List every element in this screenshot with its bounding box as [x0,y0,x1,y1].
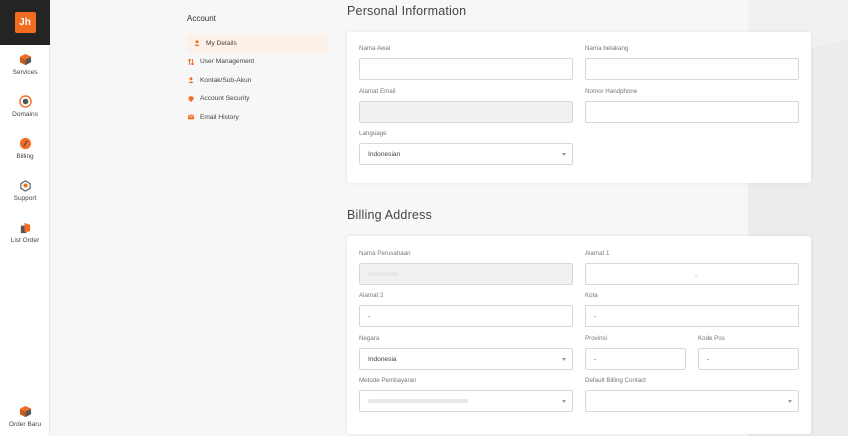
redacted-text [368,399,468,403]
company-field [359,263,573,285]
chevron-down-icon [562,153,566,156]
billing-address-title: Billing Address [347,208,432,222]
billing-contact-label: Default Billing Contact [585,377,646,384]
city-label: Kota [585,292,598,299]
sidebar-header: Jh [0,0,50,45]
address2-field[interactable]: - [359,305,573,327]
address1-value: . [695,270,697,278]
address1-label: Alamat 1 [585,250,610,257]
nav-item-label: My Details [206,39,237,47]
coin-icon [19,137,31,150]
payment-method-select[interactable] [359,390,573,412]
sidebar-item-label: Order Baru [8,421,42,428]
address2-value: - [368,312,371,320]
country-value: Indonesia [368,355,397,363]
sidebar-item-label: Billing [16,153,34,160]
globe-icon [18,95,32,108]
user-icon [188,77,194,84]
first-name-field[interactable] [359,58,573,80]
shield-icon [188,95,194,102]
box-icon [19,53,31,66]
arrows-icon [188,58,194,65]
sidebar-item-support[interactable]: Support [0,179,50,202]
country-label: Negara [359,335,380,342]
billing-address-card: Nama Perusahaan Alamat 1 . Alamat 2 - Ko… [347,236,811,434]
icon-sidebar: Jh Services Domains Billing Support List… [0,0,50,436]
nav-item-label: Email History [200,113,239,121]
province-label: Provinsi [585,335,608,342]
nav-item-kontak-sub-akun[interactable]: Kontak/Sub-Akun [187,71,327,89]
city-field[interactable]: - [585,305,799,327]
last-name-label: Nama belakang [585,45,629,52]
cart-icon [20,222,30,234]
sidebar-item-services[interactable]: Services [0,53,50,76]
nav-item-label: Account Security [200,95,250,103]
sidebar-item-order-baru[interactable]: Order Baru [0,405,50,428]
email-label: Alamat Email [359,88,396,95]
nav-item-email-history[interactable]: Email History [187,108,327,126]
last-name-field[interactable] [585,58,799,80]
nav-item-user-management[interactable]: User Management [187,53,327,71]
sidebar-item-label: Support [13,195,37,202]
box-icon [19,405,31,418]
user-icon [194,40,200,46]
sidebar-item-list-order[interactable]: List Order [0,221,50,244]
province-field[interactable]: - [585,348,686,370]
account-nav: Account My Details User Management Konta… [187,14,327,127]
sidebar-item-label: Services [12,69,38,76]
address2-label: Alamat 2 [359,292,384,299]
postcode-label: Kode Pos [698,335,725,342]
province-value: - [594,355,597,363]
city-value: - [594,312,597,320]
sidebar-item-label: Domains [12,111,38,118]
language-label: Language [359,130,387,137]
nav-item-label: Kontak/Sub-Akun [200,76,252,84]
lifebuoy-icon [19,180,31,192]
mail-icon [188,114,194,120]
chevron-down-icon [562,358,566,361]
sidebar-item-billing[interactable]: Billing [0,137,50,160]
phone-label: Nomor Handphone [585,88,638,95]
personal-info-title: Personal Information [347,4,467,18]
chevron-down-icon [788,400,792,403]
brand-logo[interactable]: Jh [14,12,36,33]
language-select[interactable]: Indonesian [359,143,573,165]
billing-contact-select[interactable] [585,390,799,412]
first-name-label: Nama Awal [359,45,391,52]
redacted-text [368,272,398,276]
address1-field[interactable]: . [585,263,799,285]
postcode-value: - [707,355,710,363]
sidebar-item-label: List Order [10,237,40,244]
postcode-field[interactable]: - [698,348,799,370]
chevron-down-icon [562,400,566,403]
language-value: Indonesian [368,150,401,158]
nav-item-account-security[interactable]: Account Security [187,90,327,108]
nav-item-label: User Management [200,58,255,66]
phone-field[interactable] [585,101,799,123]
nav-item-my-details[interactable]: My Details [187,34,327,52]
sidebar-item-domains[interactable]: Domains [0,95,50,118]
email-field [359,101,573,123]
payment-method-label: Metode Pembayaran [359,377,417,384]
country-select[interactable]: Indonesia [359,348,573,370]
company-label: Nama Perusahaan [359,250,411,257]
personal-info-card: Nama Awal Nama belakang Alamat Email Nom… [347,32,811,183]
account-nav-title: Account [187,14,216,23]
